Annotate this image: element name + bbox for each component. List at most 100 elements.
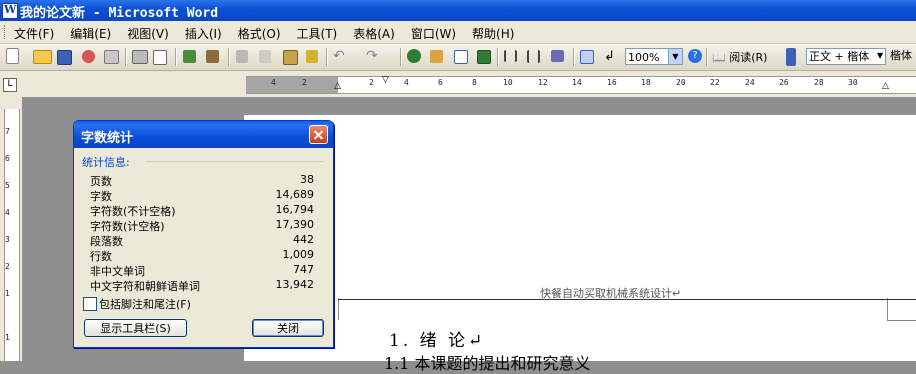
menu-help[interactable]: 帮助(H): [472, 25, 514, 42]
menu-edit[interactable]: 编辑(E): [70, 25, 111, 42]
menu-table[interactable]: 表格(A): [353, 25, 395, 42]
insert-table-icon[interactable]: [454, 50, 468, 64]
group-divider: [146, 161, 324, 162]
read-button[interactable]: 📖 阅读(R): [712, 49, 767, 65]
ruler-mark: 2: [302, 78, 307, 87]
redo-icon[interactable]: ↷: [366, 48, 383, 65]
stat-row-chars-no-spaces: 字符数(不计空格) 16,794: [90, 203, 314, 218]
word-app-icon[interactable]: [2, 3, 18, 19]
pilcrow-icon[interactable]: ↲: [604, 48, 621, 65]
undo-icon[interactable]: ↶: [333, 48, 350, 65]
save-icon[interactable]: [57, 50, 72, 65]
insert-excel-icon[interactable]: [477, 50, 491, 64]
right-indent-marker[interactable]: △: [882, 81, 889, 91]
stat-value: 1,009: [282, 248, 315, 261]
print-icon[interactable]: [132, 50, 148, 64]
cut-icon[interactable]: [236, 50, 248, 63]
chevron-down-icon[interactable]: ▼: [877, 51, 883, 60]
copy-icon[interactable]: [259, 50, 271, 63]
menu-view[interactable]: 视图(V): [127, 25, 169, 42]
columns-icon[interactable]: [504, 50, 517, 62]
vertical-ruler[interactable]: 7 6 5 4 3 2 1 1: [0, 97, 22, 361]
tab-selector[interactable]: L: [3, 78, 17, 92]
first-line-indent-marker[interactable]: ▽: [382, 75, 389, 85]
stat-row-pages: 页数 38: [90, 173, 314, 188]
toolbar-separator: [125, 48, 127, 66]
stat-row-non-asian-words: 非中文单词 747: [90, 263, 314, 278]
standard-toolbar: ↶ ↷ ↲ 100% ▼ ? 📖 阅读(R) 正文 + 楷体 ▼ 楷体: [0, 44, 916, 71]
ruler-mark: 6: [5, 154, 10, 163]
ruler-mark: 16: [607, 78, 617, 87]
ruler-mark: 22: [710, 78, 720, 87]
show-hide-icon[interactable]: [580, 50, 594, 64]
stat-label: 段落数: [90, 235, 123, 248]
document-map-icon[interactable]: [551, 50, 564, 62]
stat-value: 16,794: [275, 203, 315, 216]
stat-row-chars-with-spaces: 字符数(计空格) 17,390: [90, 218, 314, 233]
stat-row-asian-chars: 中文字符和朝鲜语单词 13,942: [90, 278, 314, 293]
toolbar-separator: [326, 48, 328, 66]
research-icon[interactable]: [206, 50, 219, 63]
stat-row-lines: 行数 1,009: [90, 248, 314, 263]
document-page[interactable]: [244, 115, 916, 361]
include-footnotes-label[interactable]: 包括脚注和尾注(F): [99, 296, 191, 312]
menu-grip-handle[interactable]: [4, 25, 7, 39]
drawing-icon[interactable]: [527, 50, 540, 63]
font-value: 楷体: [890, 49, 912, 62]
ruler-mark: 3: [5, 235, 10, 244]
left-indent-marker[interactable]: △: [334, 81, 341, 91]
email-icon[interactable]: [104, 50, 119, 64]
stat-label: 页数: [90, 175, 112, 188]
menu-bar: 文件(F) 编辑(E) 视图(V) 插入(I) 格式(O) 工具(T) 表格(A…: [0, 21, 916, 44]
include-footnotes-checkbox[interactable]: [83, 297, 97, 311]
menu-window[interactable]: 窗口(W): [411, 25, 456, 42]
tables-borders-icon[interactable]: [430, 50, 443, 63]
ruler-mark: 2: [369, 78, 374, 87]
print-preview-icon[interactable]: [153, 50, 167, 65]
dialog-title-bar[interactable]: 字数统计: [74, 121, 333, 148]
hyperlink-icon[interactable]: [407, 49, 421, 63]
stat-label: 字数: [90, 190, 112, 203]
heading-1[interactable]: 1. 绪 论↵: [389, 326, 485, 351]
menu-tools[interactable]: 工具(T): [297, 25, 338, 42]
close-button[interactable]: 关闭: [252, 319, 324, 337]
menu-file[interactable]: 文件(F): [14, 25, 54, 42]
horizontal-ruler[interactable]: 4 2 2 4 6 8 10 12 14 16 18 20 22 24 26 2…: [246, 75, 916, 94]
show-toolbar-button[interactable]: 显示工具栏(S): [84, 319, 187, 337]
ruler-mark: 12: [538, 78, 548, 87]
style-select[interactable]: 正文 + 楷体: [806, 48, 886, 65]
ruler-mark: 7: [5, 127, 10, 136]
statistics-list: 页数 38 字数 14,689 字符数(不计空格) 16,794 字符数(计空格…: [90, 173, 314, 293]
toolbar-separator: [497, 48, 499, 66]
help-icon[interactable]: ?: [688, 49, 702, 63]
statistics-group-label: 统计信息:: [82, 156, 130, 169]
new-doc-icon[interactable]: [6, 48, 19, 64]
stat-value: 442: [293, 233, 314, 246]
font-select[interactable]: 楷体: [890, 48, 916, 65]
spelling-icon[interactable]: [183, 50, 196, 63]
heading-2[interactable]: 1.1 本课题的提出和研究意义: [384, 350, 591, 374]
stat-row-paragraphs: 段落数 442: [90, 233, 314, 248]
format-painter-icon[interactable]: [306, 50, 318, 63]
stat-value: 38: [300, 173, 314, 186]
zoom-value: 100%: [628, 51, 660, 64]
close-icon[interactable]: [309, 125, 328, 144]
permission-icon[interactable]: [82, 50, 95, 63]
stat-value: 13,942: [275, 278, 315, 291]
ruler-mark: 6: [438, 78, 443, 87]
toolbar-separator: [228, 48, 230, 66]
ruler-mark: 4: [271, 78, 276, 87]
toolbar-options-icon[interactable]: [786, 48, 796, 66]
header-rule: [338, 299, 916, 300]
toolbar-separator: [175, 48, 177, 66]
menu-format[interactable]: 格式(O): [238, 25, 281, 42]
chevron-down-icon[interactable]: ▼: [668, 49, 682, 64]
menu-insert[interactable]: 插入(I): [185, 25, 222, 42]
ruler-mark: 26: [779, 78, 789, 87]
window-title: 我的论文新 - Microsoft Word: [20, 6, 219, 21]
open-folder-icon[interactable]: [33, 50, 52, 64]
stat-value: 17,390: [275, 218, 315, 231]
paste-icon[interactable]: [283, 50, 298, 65]
crop-mark: [338, 298, 339, 320]
zoom-select[interactable]: 100% ▼: [625, 48, 683, 65]
